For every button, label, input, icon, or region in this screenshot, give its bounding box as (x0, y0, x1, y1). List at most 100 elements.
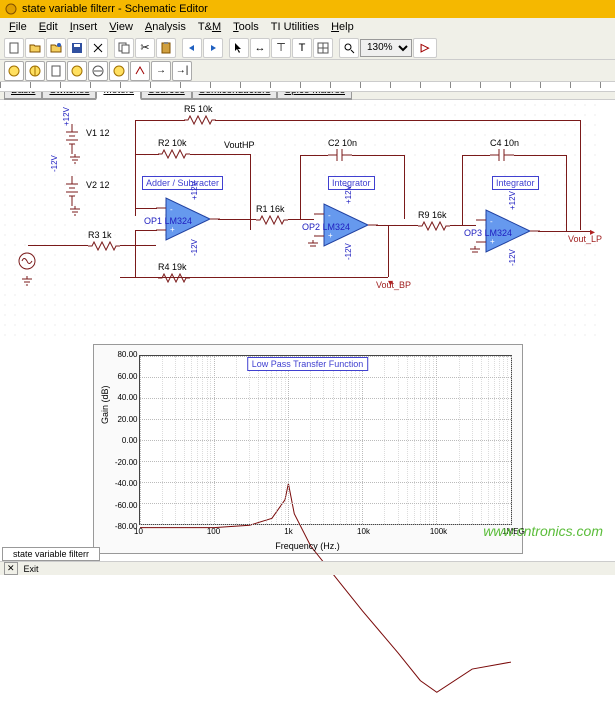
wire-button[interactable]: ⊤ (271, 38, 291, 58)
menu-analysis[interactable]: Analysis (140, 20, 191, 34)
wire (135, 230, 136, 246)
comp-icon-9[interactable]: →| (172, 61, 192, 81)
comp-icon-2[interactable] (25, 61, 45, 81)
comp-icon-4[interactable] (67, 61, 87, 81)
wire (450, 225, 476, 226)
menu-view[interactable]: View (104, 20, 138, 34)
wire (300, 155, 328, 156)
wire (388, 225, 389, 277)
open-web-button[interactable] (46, 38, 66, 58)
resistor-r5[interactable] (184, 114, 216, 129)
comp-icon-7[interactable] (130, 61, 150, 81)
run-button[interactable]: ▷ (413, 38, 437, 58)
chart-ytick: -80.00 (98, 522, 138, 531)
wire (215, 120, 580, 121)
new-file-button[interactable] (4, 38, 24, 58)
wire (300, 155, 301, 219)
comp-icon-1[interactable] (4, 61, 24, 81)
cap-c2[interactable] (328, 148, 352, 165)
grid-button[interactable] (313, 38, 333, 58)
wire (538, 231, 592, 232)
wire (135, 154, 136, 216)
save-button[interactable] (67, 38, 87, 58)
label-r2: R2 10k (158, 138, 187, 148)
wire (28, 245, 88, 246)
source-v2[interactable] (66, 176, 86, 209)
resistor-r2[interactable] (158, 148, 190, 163)
svg-text:+: + (170, 225, 175, 234)
text-button[interactable]: T (292, 38, 312, 58)
copy-button[interactable] (114, 38, 134, 58)
resistor-r9[interactable] (418, 220, 450, 235)
cap-c4[interactable] (490, 148, 514, 165)
wire (135, 154, 159, 155)
sheet-tab-1[interactable]: state variable filterr (2, 547, 100, 561)
watermark: www.cntronics.com (483, 523, 603, 539)
menu-file[interactable]: File (4, 20, 32, 34)
comp-icon-3[interactable] (46, 61, 66, 81)
resistor-r4[interactable] (158, 272, 190, 287)
wire (462, 155, 490, 156)
chart-xtick: 1k (284, 527, 292, 536)
toolbar: ✂ ↔ ⊤ T 130% ▷ (0, 36, 615, 60)
node-voutbp: Vout_BP (376, 280, 411, 290)
wire (120, 245, 136, 246)
chart-plot-area (139, 355, 512, 525)
wire (135, 208, 157, 209)
rail-neg-op2: -12V (344, 243, 353, 260)
menu-tools[interactable]: Tools (228, 20, 264, 34)
menu-tm[interactable]: T&M (193, 20, 226, 34)
redo-button[interactable] (203, 38, 223, 58)
paste-button[interactable] (156, 38, 176, 58)
label-r4: R4 19k (158, 262, 187, 272)
probe-icon-lp: ▸ (590, 227, 595, 238)
rail-neg-op1: -12V (190, 239, 199, 256)
resistor-r3[interactable] (88, 240, 120, 255)
chart-ytick: -60.00 (98, 501, 138, 510)
label-r9: R9 16k (418, 210, 447, 220)
comp-icon-8[interactable]: → (151, 61, 171, 81)
ground-icon-op2 (308, 240, 318, 253)
wire (404, 155, 405, 219)
ac-source[interactable] (18, 248, 36, 277)
wire (462, 155, 463, 225)
zoom-button[interactable] (339, 38, 359, 58)
move-button[interactable]: ↔ (250, 38, 270, 58)
select-button[interactable] (229, 38, 249, 58)
wire (218, 219, 256, 220)
wire (514, 155, 566, 156)
block-int2: Integrator (492, 176, 539, 190)
wire (135, 208, 136, 216)
chart-ytick: 0.00 (98, 436, 138, 445)
source-v1[interactable] (66, 124, 86, 157)
open-file-button[interactable] (25, 38, 45, 58)
comp-icon-6[interactable] (109, 61, 129, 81)
svg-text:+: + (490, 237, 495, 246)
schematic-canvas[interactable]: V1 12 V2 12 +12V -12V R3 1k R2 10k R5 10… (0, 100, 600, 340)
cut-button[interactable]: ✂ (135, 38, 155, 58)
chart-xlabel: Frequency (Hz.) (275, 541, 340, 551)
resistor-r1[interactable] (256, 214, 288, 229)
chart-ytick: 40.00 (98, 393, 138, 402)
undo-button[interactable] (182, 38, 202, 58)
comp-icon-5[interactable] (88, 61, 108, 81)
status-exit[interactable]: Exit (24, 564, 39, 574)
wire (135, 120, 136, 154)
label-r1: R1 16k (256, 204, 285, 214)
node-voutlp: Vout_LP (568, 234, 602, 244)
svg-text:+: + (328, 231, 333, 240)
close-button[interactable] (88, 38, 108, 58)
chart-title: Low Pass Transfer Function (247, 357, 369, 371)
ground-icon-2 (70, 206, 80, 219)
zoom-select[interactable]: 130% (360, 39, 412, 57)
menu-insert[interactable]: Insert (65, 20, 103, 34)
menu-ti-utilities[interactable]: TI Utilities (266, 20, 324, 34)
chart-xtick: 10 (134, 527, 143, 536)
status-close-icon[interactable]: ✕ (4, 562, 18, 575)
wire (580, 120, 581, 230)
menu-help[interactable]: Help (326, 20, 359, 34)
chart-xtick: 100 (207, 527, 220, 536)
ground-icon-3 (22, 276, 32, 289)
ground-icon-op3 (470, 246, 480, 259)
menu-edit[interactable]: Edit (34, 20, 63, 34)
